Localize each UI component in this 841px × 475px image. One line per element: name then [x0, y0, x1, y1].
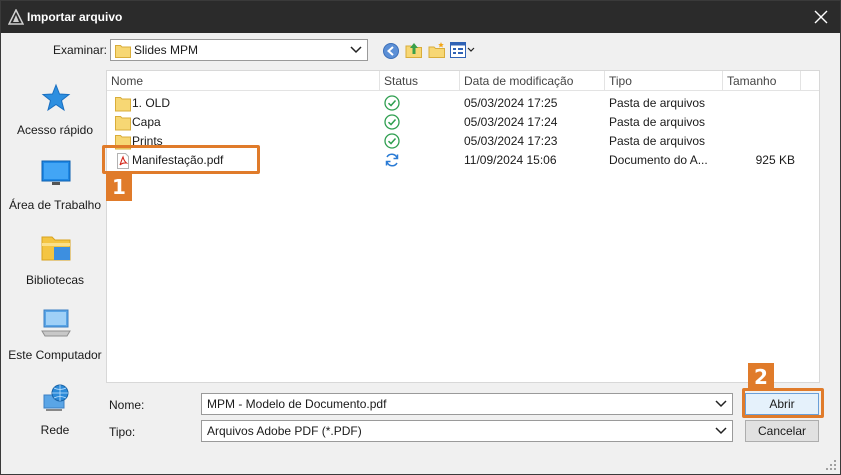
- file-row[interactable]: Capa 05/03/2024 17:24 Pasta de arquivos: [107, 113, 819, 132]
- place-this-pc[interactable]: Este Computador: [6, 300, 104, 370]
- place-label: Este Computador: [8, 348, 102, 362]
- file-size: 925 KB: [755, 153, 795, 167]
- network-globe-icon: [43, 384, 69, 411]
- column-header-size[interactable]: Tamanho: [723, 71, 801, 91]
- file-type: Documento do A...: [609, 153, 708, 167]
- file-type: Pasta de arquivos: [609, 134, 706, 148]
- cancel-button[interactable]: Cancelar: [745, 420, 819, 442]
- file-type: Pasta de arquivos: [609, 96, 706, 110]
- file-list[interactable]: Nome Status Data de modificação Tipo Tam…: [106, 70, 820, 383]
- file-modified: 05/03/2024 17:24: [464, 115, 558, 129]
- title-bar: Importar arquivo: [1, 1, 840, 33]
- new-folder-icon[interactable]: [428, 41, 446, 59]
- callout-number-1: 1: [106, 173, 132, 201]
- lookin-dropdown[interactable]: Slides MPM: [110, 39, 368, 61]
- folder-icon: [115, 97, 131, 112]
- view-grid-icon: [450, 42, 466, 58]
- chevron-down-icon: [350, 46, 362, 54]
- place-desktop[interactable]: Área de Trabalho: [6, 150, 104, 220]
- view-menu-button[interactable]: [450, 41, 476, 59]
- up-folder-icon[interactable]: [405, 41, 423, 59]
- file-list-scrollbar[interactable]: [820, 70, 837, 383]
- place-libraries[interactable]: Bibliotecas: [6, 225, 104, 295]
- filetype-value: Arquivos Adobe PDF (*.PDF): [207, 424, 362, 438]
- column-header-status[interactable]: Status: [380, 71, 460, 91]
- app-logo-icon: [8, 9, 24, 25]
- sync-ok-icon: [384, 114, 400, 130]
- file-name: Capa: [132, 115, 161, 129]
- file-modified: 05/03/2024 17:25: [464, 96, 558, 110]
- column-header-name[interactable]: Nome: [107, 71, 380, 91]
- resize-grip-icon[interactable]: [824, 458, 838, 472]
- place-label: Acesso rápido: [16, 123, 94, 137]
- close-icon: [814, 10, 828, 24]
- sync-ok-icon: [384, 95, 400, 111]
- filename-input[interactable]: MPM - Modelo de Documento.pdf: [201, 393, 733, 415]
- import-file-dialog: Importar arquivo Examinar: Slides MPM Ac…: [0, 0, 841, 475]
- back-icon[interactable]: [382, 42, 400, 60]
- chevron-down-icon: [467, 47, 475, 52]
- desktop-icon: [41, 160, 71, 185]
- file-modified: 05/03/2024 17:23: [464, 134, 558, 148]
- chevron-down-icon: [715, 400, 727, 408]
- column-header-type[interactable]: Tipo: [605, 71, 723, 91]
- filetype-label: Tipo:: [109, 425, 136, 439]
- callout-highlight-file: [102, 145, 260, 174]
- file-row[interactable]: 1. OLD 05/03/2024 17:25 Pasta de arquivo…: [107, 94, 819, 113]
- dialog-title: Importar arquivo: [27, 10, 123, 24]
- library-folder-icon: [41, 236, 71, 261]
- star-icon: [41, 83, 71, 112]
- sync-ok-icon: [384, 133, 400, 149]
- close-button[interactable]: [808, 5, 834, 29]
- place-network[interactable]: Rede: [6, 375, 104, 445]
- computer-icon: [41, 309, 71, 337]
- place-quick-access[interactable]: Acesso rápido: [6, 75, 104, 145]
- column-header-spacer: [801, 71, 819, 91]
- sync-pending-icon: [385, 153, 399, 167]
- file-modified: 11/09/2024 15:06: [464, 153, 557, 167]
- callout-highlight-open: [742, 388, 824, 418]
- lookin-label: Examinar:: [53, 43, 108, 57]
- filename-value: MPM - Modelo de Documento.pdf: [207, 397, 387, 411]
- callout-number-2: 2: [748, 363, 774, 391]
- lookin-value: Slides MPM: [134, 43, 199, 57]
- place-label: Rede: [40, 423, 70, 437]
- places-bar: Acesso rápido Área de Trabalho Bibliotec…: [6, 67, 104, 452]
- column-header-modified[interactable]: Data de modificação: [460, 71, 605, 91]
- chevron-down-icon: [715, 427, 727, 435]
- folder-icon: [115, 45, 131, 58]
- filename-label: Nome:: [109, 398, 145, 412]
- filetype-dropdown[interactable]: Arquivos Adobe PDF (*.PDF): [201, 420, 733, 442]
- file-name: 1. OLD: [132, 96, 171, 110]
- folder-icon: [115, 116, 131, 131]
- place-label: Área de Trabalho: [8, 198, 102, 212]
- place-label: Bibliotecas: [25, 273, 85, 287]
- file-type: Pasta de arquivos: [609, 115, 706, 129]
